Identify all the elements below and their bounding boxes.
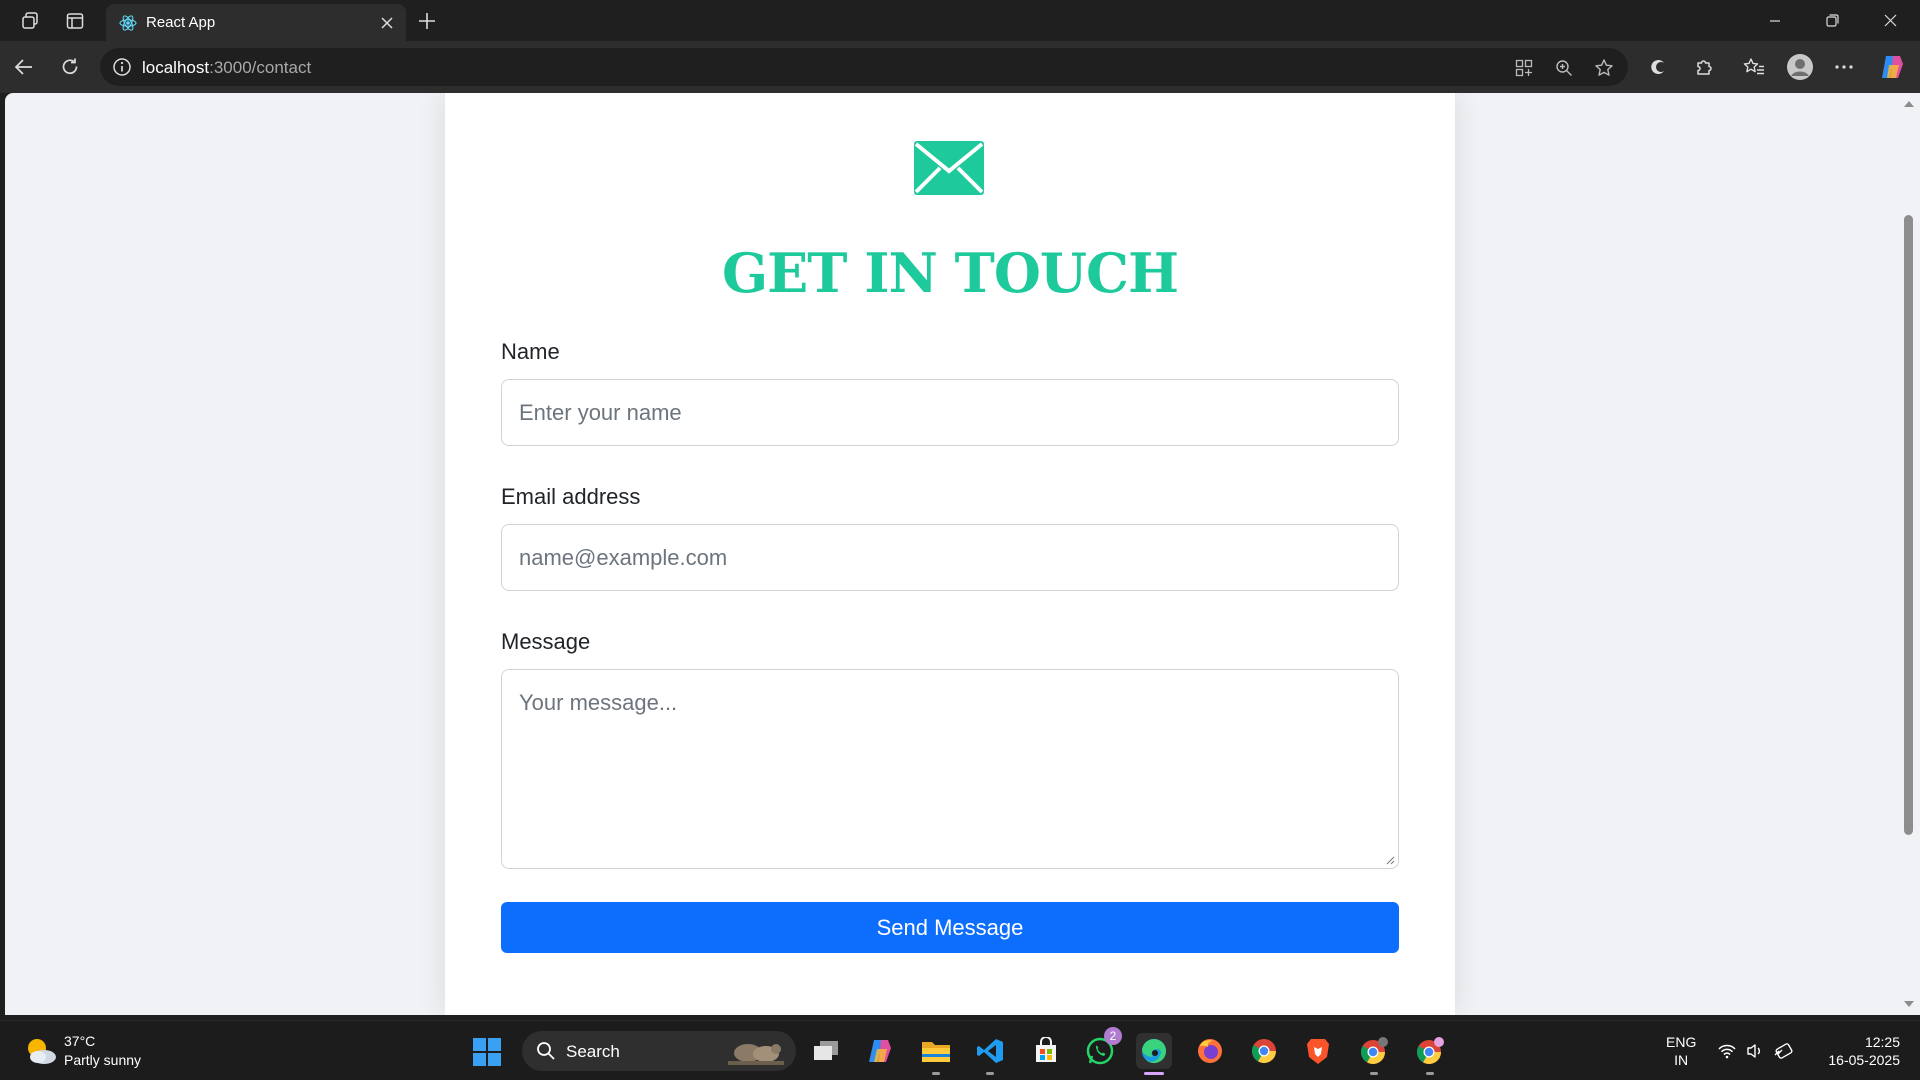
new-tab-icon[interactable] (414, 8, 440, 34)
resize-grip-icon[interactable] (1385, 855, 1395, 865)
extensions-puzzle-icon[interactable] (1690, 53, 1718, 81)
profile-avatar-icon[interactable] (1786, 53, 1814, 81)
send-message-button[interactable]: Send Message (501, 902, 1399, 953)
search-highlight-icon (728, 1044, 784, 1065)
wifi-icon[interactable] (1716, 1040, 1738, 1062)
clock-time: 12:25 (1864, 1034, 1900, 1050)
brave-icon[interactable] (1300, 1033, 1336, 1069)
region-code: IN (1674, 1052, 1689, 1068)
active-indicator (1144, 1072, 1164, 1075)
zoom-icon[interactable] (1552, 56, 1576, 80)
more-options-icon[interactable] (1830, 53, 1858, 81)
page-scrollbar[interactable] (1900, 93, 1920, 1015)
running-indicator (1426, 1072, 1434, 1075)
volume-icon[interactable] (1744, 1040, 1766, 1062)
running-indicator (932, 1072, 940, 1075)
name-placeholder: Enter your name (519, 400, 682, 425)
name-label: Name (501, 339, 560, 364)
reading-mode-icon[interactable] (1644, 53, 1672, 81)
close-tab-icon[interactable] (376, 12, 398, 34)
page-viewport: GET IN TOUCH Name Enter your name Email … (5, 93, 1900, 1015)
file-explorer-icon[interactable] (918, 1033, 954, 1075)
partly-sunny-icon[interactable] (24, 1035, 58, 1067)
battery-icon[interactable] (1772, 1040, 1794, 1062)
close-window-icon[interactable] (1862, 0, 1919, 41)
workspaces-icon[interactable] (18, 9, 42, 33)
url-text[interactable]: localhost:3000/contact (142, 58, 311, 78)
react-icon (119, 15, 137, 31)
address-bar[interactable]: localhost:3000/contact (100, 48, 1628, 86)
copilot-app-icon[interactable] (862, 1033, 898, 1069)
message-placeholder: Your message... (519, 690, 678, 715)
tab-title: React App (146, 14, 216, 31)
windows-taskbar: 37°C Partly sunny Search 2 ENG IN 12:25 … (0, 1020, 1920, 1080)
search-label: Search (566, 1042, 620, 1061)
edge-browser-icon[interactable] (1136, 1033, 1172, 1075)
clock-date: 16-05-2025 (1828, 1052, 1900, 1068)
scroll-up-icon[interactable] (1903, 98, 1915, 110)
vscode-icon[interactable] (972, 1033, 1008, 1075)
chrome-icon[interactable] (1246, 1033, 1282, 1069)
vertical-tabs-icon[interactable] (63, 9, 87, 33)
name-input[interactable]: Enter your name (501, 379, 1399, 446)
email-placeholder: name@example.com (519, 545, 728, 570)
site-info-icon[interactable] (112, 57, 132, 77)
email-input[interactable]: name@example.com (501, 524, 1399, 591)
app-available-icon[interactable] (1512, 56, 1536, 80)
favorites-list-icon[interactable] (1740, 53, 1768, 81)
chrome-profile-2-icon[interactable] (1412, 1033, 1448, 1075)
running-indicator (986, 1072, 994, 1075)
browser-toolbar: localhost:3000/contact (0, 41, 1920, 93)
message-textarea[interactable]: Your message... (501, 669, 1399, 869)
microsoft-store-icon[interactable] (1028, 1033, 1064, 1069)
running-indicator (1370, 1072, 1378, 1075)
email-label: Email address (501, 484, 641, 509)
page-title: GET IN TOUCH (722, 241, 1179, 305)
whatsapp-badge: 2 (1104, 1027, 1122, 1045)
browser-tab-bar: React App (0, 0, 1920, 41)
input-language[interactable]: ENG IN (1666, 1033, 1696, 1069)
windows-start-icon[interactable] (472, 1037, 502, 1067)
restore-icon[interactable] (1804, 0, 1861, 41)
search-icon (537, 1042, 555, 1060)
back-arrow-icon[interactable] (10, 53, 38, 81)
system-clock[interactable]: 12:25 16-05-2025 (1810, 1033, 1900, 1069)
chrome-profile-icon[interactable] (1356, 1033, 1392, 1075)
firefox-icon[interactable] (1192, 1033, 1228, 1069)
scroll-down-icon[interactable] (1903, 998, 1915, 1010)
refresh-icon[interactable] (56, 53, 84, 81)
task-view-icon[interactable] (808, 1033, 844, 1069)
whatsapp-icon[interactable]: 2 (1082, 1027, 1122, 1069)
envelope-icon (914, 141, 984, 195)
minimize-icon[interactable] (1746, 0, 1803, 41)
language-code: ENG (1666, 1034, 1697, 1050)
message-label: Message (501, 629, 591, 654)
weather-description[interactable]: Partly sunny (64, 1052, 141, 1068)
scroll-thumb[interactable] (1904, 215, 1913, 835)
browser-tab[interactable]: React App (106, 4, 406, 41)
taskbar-search[interactable]: Search (522, 1031, 796, 1071)
contact-card: GET IN TOUCH Name Enter your name Email … (445, 93, 1455, 1015)
favorite-star-icon[interactable] (1592, 56, 1616, 80)
copilot-icon[interactable] (1878, 53, 1906, 81)
weather-temperature[interactable]: 37°C (64, 1033, 95, 1049)
